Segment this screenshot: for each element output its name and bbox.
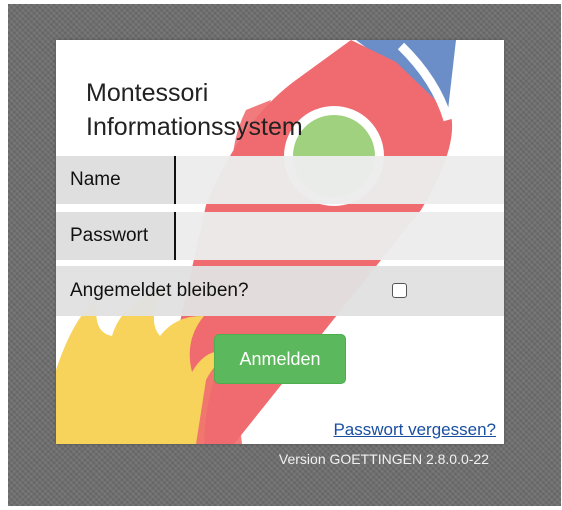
forgot-password-link[interactable]: Passwort vergessen? bbox=[333, 420, 496, 440]
name-input[interactable] bbox=[174, 156, 504, 204]
name-row: Name bbox=[56, 156, 504, 204]
login-button[interactable]: Anmelden bbox=[214, 334, 346, 384]
page-background: Montessori Informationssystem Name Passw… bbox=[8, 4, 561, 506]
remember-row: Angemeldet bleiben? bbox=[56, 266, 504, 316]
password-row: Passwort bbox=[56, 212, 504, 260]
app-title-line-1: Montessori bbox=[86, 79, 209, 107]
login-card: Montessori Informationssystem Name Passw… bbox=[56, 40, 504, 444]
name-label: Name bbox=[56, 156, 174, 204]
remember-label: Angemeldet bleiben? bbox=[70, 280, 249, 301]
password-input[interactable] bbox=[174, 212, 504, 260]
remember-checkbox[interactable] bbox=[392, 283, 407, 298]
app-title-line-2: Informationssystem bbox=[86, 113, 303, 141]
app-title: Montessori Informationssystem bbox=[86, 76, 303, 144]
version-text: Version GOETTINGEN 2.8.0.0-22 bbox=[278, 451, 489, 467]
password-label: Passwort bbox=[56, 212, 174, 260]
